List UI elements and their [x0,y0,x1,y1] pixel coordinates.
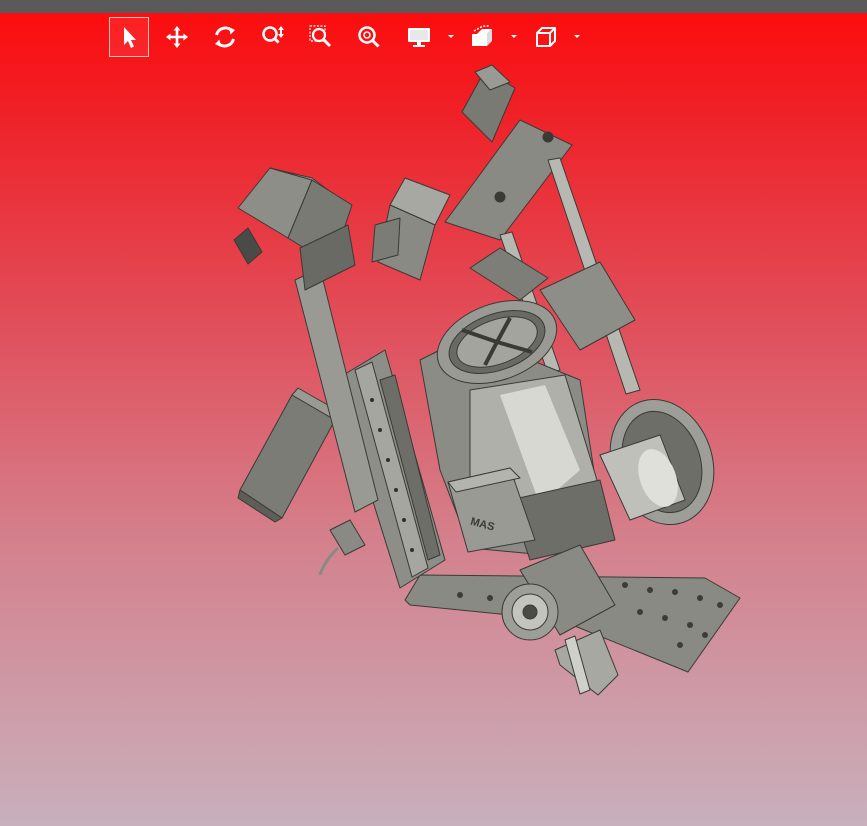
zoom-window-tool-button[interactable] [301,17,341,57]
select-arrow-icon [124,27,136,48]
cad-machine-model: MAS [233,64,741,696]
left-handwheel [233,227,263,265]
view-cube-icon [536,27,556,47]
display-mode-dropdown-caret[interactable] [446,31,456,41]
zoom-icon [262,26,284,44]
viewer-toolbar [0,13,867,61]
rotate-icon [215,26,235,48]
zoom-window-icon [309,25,332,48]
section-view-icon [472,25,492,46]
select-tool-button[interactable] [109,17,149,57]
zoom-fit-tool-button[interactable] [349,17,389,57]
view-orientation-dropdown-caret[interactable] [572,31,582,41]
view-orientation-button[interactable] [526,17,566,57]
zoom-tool-button[interactable] [253,17,293,57]
window-title-bar [0,0,867,13]
pan-icon [166,26,188,48]
zoom-fit-icon [358,26,380,48]
display-mode-button[interactable] [399,17,439,57]
section-view-button[interactable] [462,17,502,57]
3d-viewport[interactable]: MAS [0,61,867,826]
section-view-dropdown-caret[interactable] [509,31,519,41]
pan-tool-button[interactable] [157,17,197,57]
rotate-tool-button[interactable] [205,17,245,57]
display-mode-icon [408,28,430,47]
